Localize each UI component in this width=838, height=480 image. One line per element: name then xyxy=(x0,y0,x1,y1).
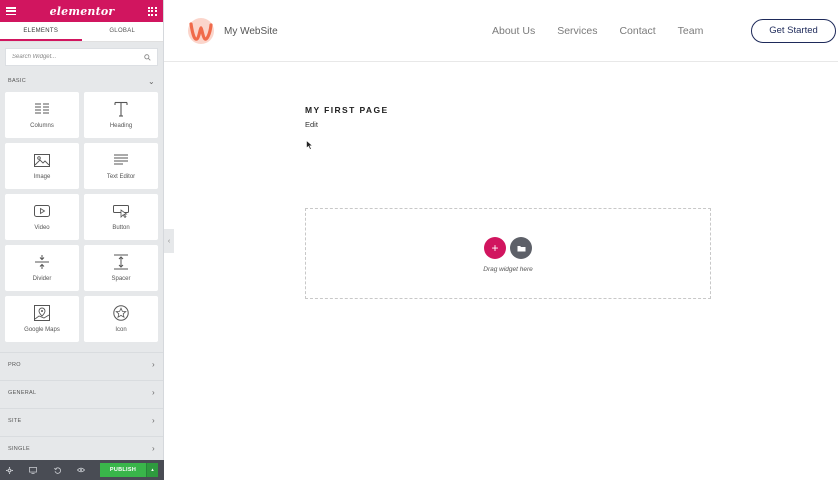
chevron-right-icon: › xyxy=(152,444,155,453)
elementor-editor: elementor ELEMENTS GLOBAL BASIC ⌄ Column… xyxy=(0,0,838,480)
columns-icon xyxy=(32,101,52,117)
heading-icon xyxy=(111,101,131,117)
settings-icon[interactable] xyxy=(4,466,14,474)
brand-name: My WebSite xyxy=(224,25,278,37)
get-started-button[interactable]: Get Started xyxy=(751,19,836,43)
brand-logo-icon xyxy=(188,18,214,44)
widget-label: Button xyxy=(112,225,130,231)
section-label: SITE xyxy=(8,417,22,424)
publish-group: PUBLISH ▴ xyxy=(100,463,158,477)
chevron-right-icon: › xyxy=(152,388,155,397)
chevron-down-icon: ⌄ xyxy=(147,76,155,86)
section-basic-header[interactable]: BASIC ⌄ xyxy=(0,74,163,88)
chevron-right-icon: › xyxy=(152,416,155,425)
widget-label: Icon xyxy=(115,327,127,333)
widget-label: Text Editor xyxy=(106,174,136,180)
widget-icon[interactable]: Icon xyxy=(84,296,158,342)
widget-image[interactable]: Image xyxy=(5,143,79,189)
add-template-button[interactable] xyxy=(510,237,532,259)
spacer-icon xyxy=(111,254,131,270)
edit-link[interactable]: Edit xyxy=(305,120,318,129)
nav-about-us[interactable]: About Us xyxy=(492,25,535,37)
video-icon xyxy=(32,203,52,219)
page-title: MY FIRST PAGE xyxy=(305,105,389,115)
add-section-button[interactable]: + xyxy=(484,237,506,259)
mouse-pointer-icon xyxy=(306,140,314,150)
folder-icon xyxy=(517,245,525,251)
search-widget-input[interactable] xyxy=(12,54,144,60)
elementor-panel: elementor ELEMENTS GLOBAL BASIC ⌄ Column… xyxy=(0,0,164,480)
panel-footer: PUBLISH ▴ xyxy=(0,460,164,480)
widget-grid: Columns Heading Image Text Editor Video … xyxy=(0,88,163,342)
widget-search xyxy=(5,48,158,66)
section-label: GENERAL xyxy=(8,389,37,396)
panel-header: elementor xyxy=(0,0,163,22)
nav-team[interactable]: Team xyxy=(678,25,704,37)
widget-video[interactable]: Video xyxy=(5,194,79,240)
main-nav: About Us Services Contact Team xyxy=(492,25,703,37)
nav-services[interactable]: Services xyxy=(557,25,597,37)
dropzone-hint: Drag widget here xyxy=(483,266,533,273)
tab-elements[interactable]: ELEMENTS xyxy=(0,22,82,41)
publish-button[interactable]: PUBLISH xyxy=(100,463,146,477)
site-brand[interactable]: My WebSite xyxy=(186,17,278,45)
widget-google-maps[interactable]: Google Maps xyxy=(5,296,79,342)
widget-columns[interactable]: Columns xyxy=(5,92,79,138)
widget-text-editor[interactable]: Text Editor xyxy=(84,143,158,189)
button-icon xyxy=(111,203,131,219)
star-icon xyxy=(111,305,131,321)
widget-label: Google Maps xyxy=(24,327,60,333)
history-icon[interactable] xyxy=(52,466,62,474)
widget-label: Spacer xyxy=(111,276,131,282)
hamburger-menu-icon[interactable] xyxy=(6,7,16,15)
widget-label: Heading xyxy=(109,123,133,129)
widget-button[interactable]: Button xyxy=(84,194,158,240)
empty-section-dropzone[interactable]: + Drag widget here xyxy=(305,208,711,299)
tab-global[interactable]: GLOBAL xyxy=(82,22,164,41)
widget-label: Columns xyxy=(30,123,54,129)
image-icon xyxy=(32,152,52,168)
section-basic-label: BASIC xyxy=(8,78,27,84)
section-label: PRO xyxy=(8,361,21,368)
widget-label: Divider xyxy=(32,276,52,282)
section-general-header[interactable]: GENERAL › xyxy=(0,380,163,404)
section-single-header[interactable]: SINGLE › xyxy=(0,436,163,460)
section-label: SINGLE xyxy=(8,445,30,452)
responsive-mode-icon[interactable] xyxy=(28,466,38,474)
google-maps-icon xyxy=(32,305,52,321)
text-editor-icon xyxy=(111,152,131,168)
panel-tabs: ELEMENTS GLOBAL xyxy=(0,22,163,42)
widget-divider[interactable]: Divider xyxy=(5,245,79,291)
section-pro-header[interactable]: PRO › xyxy=(0,352,163,376)
widget-spacer[interactable]: Spacer xyxy=(84,245,158,291)
widget-heading[interactable]: Heading xyxy=(84,92,158,138)
nav-contact[interactable]: Contact xyxy=(619,25,655,37)
search-icon xyxy=(144,53,151,61)
preview-eye-icon[interactable] xyxy=(76,467,86,473)
caret-up-icon[interactable]: ▴ xyxy=(146,463,158,477)
elementor-logo: elementor xyxy=(49,4,115,18)
panel-collapse-handle[interactable]: ‹ xyxy=(164,229,174,253)
chevron-right-icon: › xyxy=(152,360,155,369)
section-site-header[interactable]: SITE › xyxy=(0,408,163,432)
divider-icon xyxy=(32,254,52,270)
widget-label: Image xyxy=(33,174,51,180)
widget-label: Video xyxy=(34,225,50,231)
site-header: My WebSite About Us Services Contact Tea… xyxy=(164,0,838,62)
widgets-grid-icon[interactable] xyxy=(147,6,157,16)
